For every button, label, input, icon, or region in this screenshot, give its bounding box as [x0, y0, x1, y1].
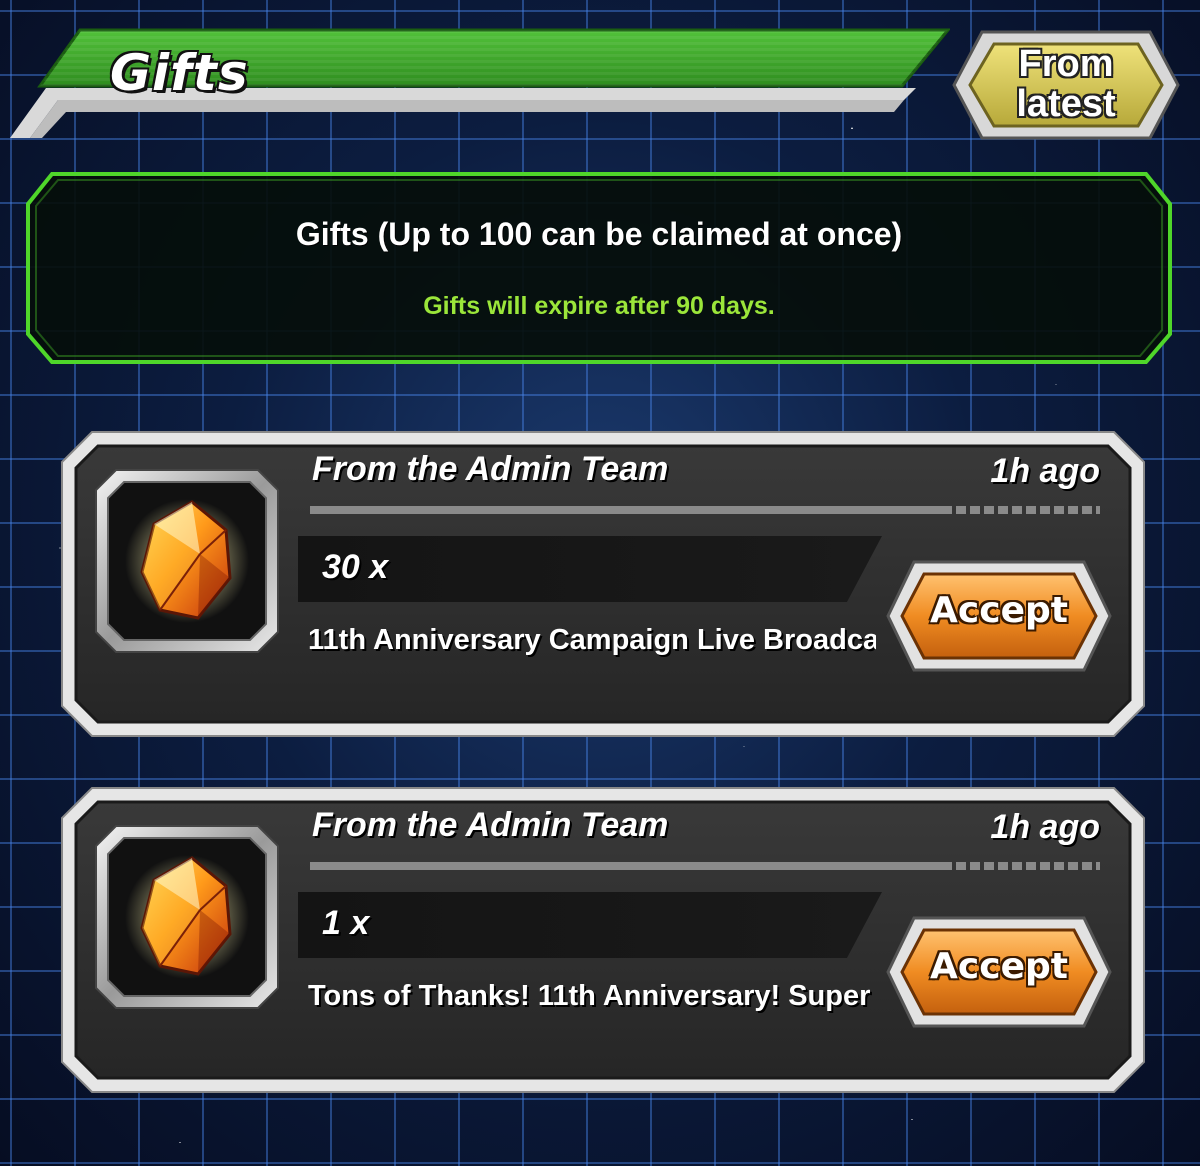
accept-label: Accept	[930, 590, 1068, 631]
divider-dashed	[942, 862, 1100, 870]
dragon-stone-icon	[95, 469, 279, 653]
gift-description: Tons of Thanks! 11th Anniversary! Super …	[308, 980, 876, 1012]
gift-quantity: 1 x	[322, 904, 370, 942]
expiry-notice: Gifts will expire after 90 days.	[423, 292, 775, 320]
dragon-stone-icon	[95, 825, 279, 1009]
gift-timestamp: 1h ago	[990, 452, 1100, 490]
accept-button[interactable]: Accept	[884, 558, 1114, 674]
gift-quantity: 30 x	[322, 548, 389, 586]
page-title: Gifts	[110, 44, 249, 102]
page-header: Gifts	[0, 0, 950, 150]
sort-label-line1: From	[1018, 43, 1114, 85]
divider-dashed	[942, 506, 1100, 514]
gift-sender: From the Admin Team	[312, 806, 669, 844]
info-panel: Gifts (Up to 100 can be claimed at once)…	[24, 170, 1174, 366]
gift-item-slot	[94, 468, 280, 654]
sort-label-line2: latest	[1016, 83, 1116, 125]
gift-timestamp: 1h ago	[990, 808, 1100, 846]
info-panel-frame	[26, 172, 1172, 364]
gift-card: From the Admin Team 1h ago 1 x Tons of T…	[58, 784, 1148, 1096]
gift-description: 11th Anniversary Campaign Live Broadcas	[308, 624, 876, 656]
gift-card: From the Admin Team 1h ago 30 x 11th Ann…	[58, 428, 1148, 740]
gift-item-slot	[94, 824, 280, 1010]
info-title: Gifts (Up to 100 can be claimed at once)	[295, 216, 903, 252]
accept-button[interactable]: Accept	[884, 914, 1114, 1030]
gift-sender: From the Admin Team	[312, 450, 669, 488]
accept-label: Accept	[930, 946, 1068, 987]
quantity-bar	[298, 892, 882, 958]
sort-order-button[interactable]: From latest	[950, 28, 1182, 142]
